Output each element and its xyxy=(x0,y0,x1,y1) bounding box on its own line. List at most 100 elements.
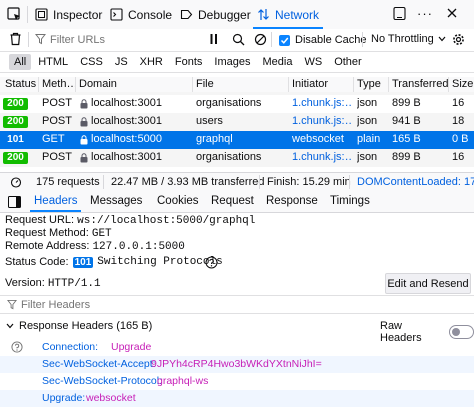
tab-console[interactable]: Console xyxy=(110,0,172,29)
response-header-row: Connection: Upgrade xyxy=(0,339,474,356)
header-value: websocket xyxy=(86,392,136,404)
initiator-link[interactable]: 1.chunk.js:… xyxy=(292,97,352,109)
help-question-icon[interactable] xyxy=(205,256,218,269)
tab-cookies[interactable]: Cookies xyxy=(157,191,199,212)
filter-icon xyxy=(7,299,17,310)
type-filter-ws[interactable]: WS xyxy=(299,54,327,70)
filter-icon xyxy=(35,33,46,45)
method-cell: POST xyxy=(42,97,72,109)
disable-cache-checkbox[interactable]: Disable Cache xyxy=(279,34,367,46)
type-filter-images[interactable]: Images xyxy=(209,54,255,70)
element-picker-icon[interactable] xyxy=(7,7,22,22)
initiator-link[interactable]: 1.chunk.js:… xyxy=(292,151,352,163)
filter-toolbar: Disable Cache No Throttling xyxy=(0,29,474,52)
column-header-initiator[interactable]: Initiator xyxy=(292,78,352,90)
pause-icon[interactable] xyxy=(209,33,219,45)
response-header-row: Sec-WebSocket-Accept: 9JPYh4cRP4Hwo3bWKd… xyxy=(0,356,474,373)
status-badge: 101 xyxy=(3,134,28,146)
domain-cell: localhost:3001 xyxy=(91,97,162,109)
type-filter-html[interactable]: HTML xyxy=(33,54,73,70)
finish-time: Finish: 15.29 min xyxy=(267,176,351,188)
disable-cache-label: Disable Cache xyxy=(295,34,367,46)
toggle-switch xyxy=(449,325,474,339)
lock-icon xyxy=(80,135,88,145)
tab-response[interactable]: Response xyxy=(266,191,318,212)
request-type-filters: All HTML CSS JS XHR Fonts Images Media W… xyxy=(0,51,474,73)
type-filter-js[interactable]: JS xyxy=(110,54,133,70)
request-method-line: Request Method: GET xyxy=(5,227,112,240)
tab-messages[interactable]: Messages xyxy=(90,191,142,212)
throttling-select[interactable]: No Throttling xyxy=(371,33,446,45)
filter-headers-input[interactable] xyxy=(21,298,221,311)
toggle-sidebar-icon[interactable] xyxy=(8,196,21,208)
throttling-value: No Throttling xyxy=(371,33,434,45)
help-question-icon[interactable] xyxy=(11,341,23,353)
column-header-method[interactable]: Meth… xyxy=(42,78,75,90)
search-icon[interactable] xyxy=(232,33,245,46)
column-header-transferred[interactable]: Transferred xyxy=(392,78,448,90)
header-name: Connection: xyxy=(42,341,99,353)
table-row[interactable]: 200 POST localhost:3001 organisations 1.… xyxy=(0,149,474,167)
chevron-down-icon xyxy=(438,36,446,42)
tab-request[interactable]: Request xyxy=(211,191,254,212)
file-cell: graphql xyxy=(196,133,233,145)
column-header-status[interactable]: Status xyxy=(5,78,37,90)
column-header-domain[interactable]: Domain xyxy=(79,78,191,90)
response-headers-section: Response Headers (165 B) Raw Headers xyxy=(0,315,474,344)
tab-network[interactable]: Network xyxy=(252,0,324,29)
remote-address-label: Remote Address: xyxy=(5,240,90,252)
status-code-label: Status Code: xyxy=(5,256,69,268)
performance-timer-icon[interactable] xyxy=(10,176,22,188)
table-row[interactable]: 200 POST localhost:3001 users 1.chunk.js… xyxy=(0,113,474,131)
method-cell: GET xyxy=(42,133,65,145)
type-filter-all[interactable]: All xyxy=(9,53,32,70)
type-filter-other[interactable]: Other xyxy=(329,54,367,70)
type-filter-fonts[interactable]: Fonts xyxy=(170,54,208,70)
request-method-label: Request Method: xyxy=(5,227,89,239)
trash-icon[interactable] xyxy=(9,32,22,46)
initiator-link[interactable]: 1.chunk.js:… xyxy=(292,115,352,127)
request-table-header: Status Meth… Domain File Initiator Type … xyxy=(0,77,474,93)
block-icon[interactable] xyxy=(254,33,267,46)
header-name: Sec-WebSocket-Accept: xyxy=(42,358,156,370)
type-filter-media[interactable]: Media xyxy=(257,54,297,70)
filter-urls-input[interactable] xyxy=(50,33,190,46)
details-tabs: Headers Messages Cookies Request Respons… xyxy=(0,191,474,213)
header-value: 9JPYh4cRP4Hwo3bWKdYXtnNiJhI= xyxy=(151,358,322,370)
column-header-size[interactable]: Size xyxy=(452,78,474,90)
type-filter-css[interactable]: CSS xyxy=(75,54,108,70)
column-header-file[interactable]: File xyxy=(196,78,286,90)
column-header-type[interactable]: Type xyxy=(357,78,387,90)
table-row[interactable]: 200 POST localhost:3001 organisations 1.… xyxy=(0,95,474,113)
responsive-design-icon[interactable] xyxy=(392,6,407,21)
table-row-selected[interactable]: 101 GET localhost:5000 graphql websocket… xyxy=(0,131,474,149)
file-cell: organisations xyxy=(196,97,262,109)
tab-inspector[interactable]: Inspector xyxy=(35,0,102,29)
more-options-icon[interactable]: ··· xyxy=(417,6,433,21)
status-badge: 200 xyxy=(3,152,28,164)
lock-icon xyxy=(80,153,88,163)
domain-cell: localhost:3001 xyxy=(91,151,162,163)
remote-address-line: Remote Address: 127.0.0.1:5000 xyxy=(5,240,185,253)
response-headers-toggle[interactable]: Response Headers (165 B) xyxy=(6,320,152,332)
version-value: HTTP/1.1 xyxy=(47,278,101,290)
tab-label: Inspector xyxy=(53,7,103,22)
size-cell: 16 xyxy=(452,97,465,109)
tab-debugger[interactable]: Debugger xyxy=(180,0,251,29)
type-cell: json xyxy=(357,115,378,127)
method-cell: POST xyxy=(42,151,72,163)
version-line: Version: HTTP/1.1 xyxy=(5,277,101,290)
status-text: Switching Protocols xyxy=(97,256,223,268)
tab-headers[interactable]: Headers xyxy=(29,191,82,212)
file-cell: organisations xyxy=(196,151,262,163)
type-filter-xhr[interactable]: XHR xyxy=(135,54,168,70)
response-header-row: Sec-WebSocket-Protocol: graphql-ws xyxy=(0,373,474,390)
method-cell: POST xyxy=(42,115,72,127)
devtools-toolbar: Inspector Console Debugger Network ··· xyxy=(0,0,474,30)
transferred-cell: 941 B xyxy=(392,115,421,127)
close-icon[interactable] xyxy=(445,6,459,20)
edit-and-resend-button[interactable]: Edit and Resend xyxy=(385,273,471,294)
tab-timings[interactable]: Timings xyxy=(330,191,370,212)
settings-gear-icon[interactable] xyxy=(452,33,465,46)
domain-cell: localhost:5000 xyxy=(91,133,162,145)
